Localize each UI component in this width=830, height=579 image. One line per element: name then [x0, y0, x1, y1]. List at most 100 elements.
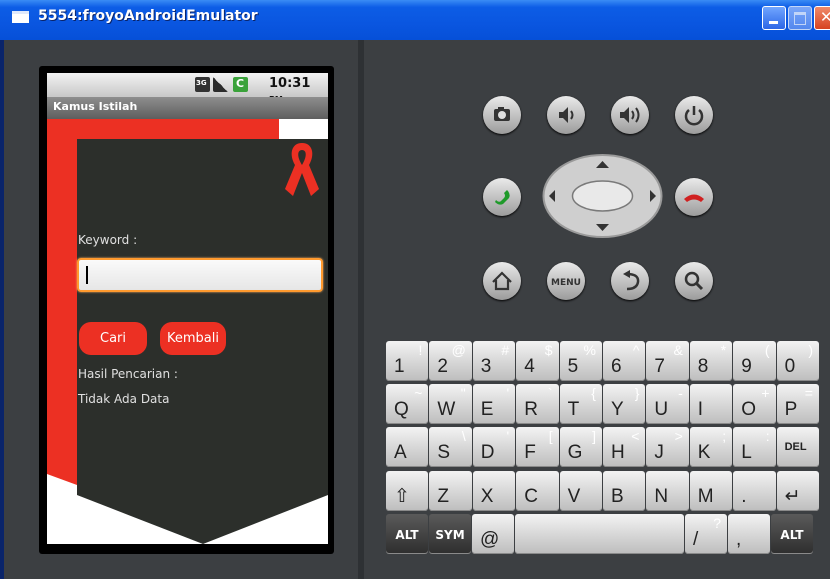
device-screen: 10:31 PM Kamus Istilah Keyword : Cari Ke… [47, 73, 328, 544]
key-alt-label: < [631, 428, 640, 444]
key-label: Q [394, 399, 409, 420]
key-label: DEL [784, 441, 807, 453]
key-5[interactable]: 5% [559, 341, 602, 381]
key-label: T [567, 399, 580, 420]
key-alt-label: ' [506, 428, 510, 444]
key-label: 9 [741, 356, 752, 377]
key-p[interactable]: P = [776, 384, 819, 424]
key-2[interactable]: 2 @ [429, 341, 472, 381]
back-button[interactable] [611, 262, 649, 300]
key-f[interactable]: F[ [516, 427, 559, 467]
power-button[interactable] [675, 96, 713, 134]
key-w[interactable]: W " [429, 384, 472, 424]
key-label: W [437, 399, 456, 420]
panel-divider [358, 40, 364, 579]
menu-icon: MENU [551, 278, 581, 288]
key-j[interactable]: J > [646, 427, 689, 467]
key-alt-label: ! [418, 342, 423, 358]
key-c47[interactable]: /? [685, 514, 727, 554]
key-r[interactable]: R ` [516, 384, 559, 424]
menu-button[interactable]: MENU [547, 262, 585, 300]
key-d[interactable]: D ' [472, 427, 516, 467]
end-call-button[interactable] [675, 178, 713, 216]
key-alt[interactable]: ALT [771, 514, 813, 554]
key-alt-label: $ [544, 342, 553, 358]
key-u[interactable]: U- [646, 384, 689, 424]
key-1[interactable]: 1! [386, 341, 429, 381]
call-button[interactable] [483, 178, 521, 216]
key-c8629[interactable]: ↵ [776, 471, 819, 511]
close-button[interactable] [814, 6, 830, 30]
key-e[interactable]: E ' [472, 384, 516, 424]
key-s[interactable]: S \ [429, 427, 472, 467]
key-m[interactable]: M [689, 471, 733, 511]
maximize-button[interactable] [788, 6, 812, 30]
key-label: M [697, 486, 714, 507]
key-8[interactable]: 8 * [689, 341, 733, 381]
minimize-button[interactable] [762, 6, 786, 30]
key-z[interactable]: Z [429, 471, 472, 511]
red-band-top [77, 119, 279, 139]
key-7[interactable]: 7 & [646, 341, 689, 381]
back-icon [623, 270, 640, 291]
key-label: Y [611, 399, 624, 420]
hardware-keyboard: 1! 2 @3 #4 $5% 6 ^ 7 & 8 * 9(0) Q ~ W " E ' R ` T{Y} U - I O + P = A… [386, 341, 830, 558]
key-4[interactable]: 4 $ [516, 341, 559, 381]
key-c64[interactable]: @ [472, 514, 514, 554]
key-g[interactable]: G] [559, 427, 602, 467]
menu-label: MENU [551, 278, 581, 288]
key-space[interactable] [515, 514, 684, 554]
kembali-button[interactable]: Kembali [160, 322, 226, 355]
key-k[interactable]: K; [689, 427, 733, 467]
key-9[interactable]: 9( [733, 341, 776, 381]
key-v[interactable]: V [559, 471, 602, 511]
key-label: L [741, 442, 752, 463]
volume-up-button[interactable] [611, 96, 649, 134]
key-o[interactable]: O + [733, 384, 776, 424]
key-alt-label: } [634, 385, 640, 401]
dpad[interactable] [541, 152, 664, 240]
key-label: B [611, 486, 624, 507]
app-content: Keyword : Cari Kembali Hasil Pencarian :… [47, 119, 328, 544]
key-h[interactable]: H < [603, 427, 646, 467]
cari-button[interactable]: Cari [79, 322, 147, 355]
camera-button[interactable] [483, 96, 521, 134]
battery-charging-icon [233, 77, 248, 92]
call-icon [495, 190, 510, 205]
key-alt-label: @ [451, 342, 466, 358]
key-t[interactable]: T{ [559, 384, 602, 424]
key-c44[interactable]: , [728, 514, 770, 554]
clock-time: 10:31 [269, 76, 311, 91]
window-titlebar[interactable]: 5554:froyoAndroidEmulator [0, 0, 830, 40]
key-n[interactable]: N [646, 471, 689, 511]
key-alt-label: : [765, 428, 770, 444]
keyword-input[interactable] [77, 258, 323, 292]
key-sym[interactable]: SYM [429, 514, 471, 554]
key-6[interactable]: 6 ^ [603, 341, 646, 381]
signal-strength-icon [213, 77, 228, 92]
key-i[interactable]: I [689, 384, 733, 424]
home-button[interactable] [483, 262, 521, 300]
key-label: P [784, 399, 798, 420]
key-alt[interactable]: ALT [386, 514, 428, 554]
key-c8679[interactable]: ⇧ [386, 471, 429, 511]
search-button[interactable] [675, 262, 713, 300]
key-alt-label: ; [722, 428, 727, 444]
key-3[interactable]: 3 # [472, 341, 516, 381]
key-a[interactable]: A [386, 427, 429, 467]
key-label: ↵ [784, 486, 801, 507]
key-l[interactable]: L: [733, 427, 776, 467]
key-y[interactable]: Y} [603, 384, 646, 424]
key-del[interactable]: DEL [776, 427, 819, 467]
volume-down-button[interactable] [547, 96, 585, 134]
key-c46[interactable]: . [733, 471, 776, 511]
key-0[interactable]: 0) [776, 341, 819, 381]
key-q[interactable]: Q ~ [386, 384, 429, 424]
key-c[interactable]: C [516, 471, 559, 511]
dpad-center[interactable] [571, 180, 634, 212]
key-alt-label: = [804, 385, 813, 401]
key-alt-label: { [591, 385, 596, 401]
key-x[interactable]: X [472, 471, 516, 511]
key-alt-label: " [460, 385, 466, 401]
key-b[interactable]: B [603, 471, 646, 511]
